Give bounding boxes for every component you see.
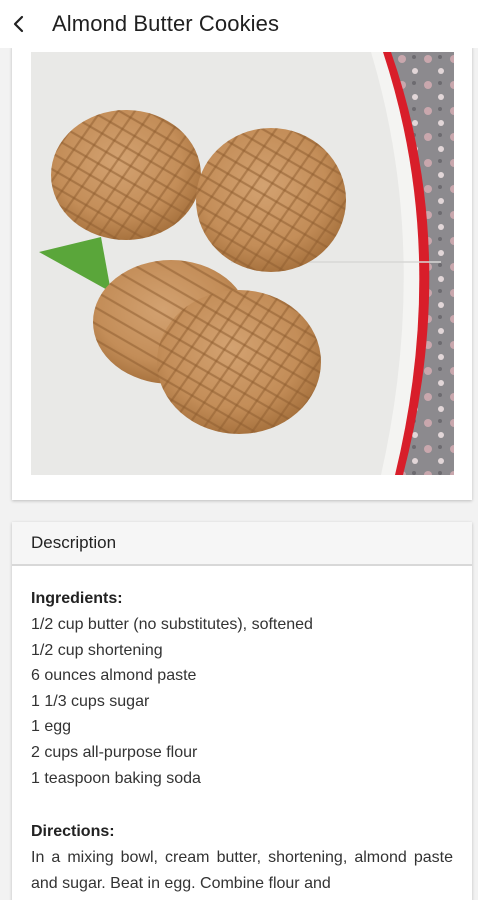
ingredient-item: 1 1/3 cups sugar xyxy=(31,692,150,710)
ingredient-item: 1/2 cup butter (no substitutes), softene… xyxy=(31,616,313,633)
chevron-left-icon xyxy=(13,15,24,33)
ingredient-item: 6 ounces almond paste xyxy=(31,667,197,685)
ingredients-label: Ingredients: xyxy=(31,590,123,607)
description-header: Description xyxy=(12,522,472,566)
ingredient-item: 1 egg xyxy=(31,718,72,736)
description-card: Description Ingredients: 1/2 cup butter … xyxy=(12,522,472,900)
app-bar: Almond Butter Cookies xyxy=(0,0,478,48)
ingredient-item: 1 teaspoon baking soda xyxy=(31,769,201,787)
page-title: Almond Butter Cookies xyxy=(52,11,280,36)
recipe-screen: Almond Butter Cookies Description Ingred… xyxy=(0,0,478,900)
ingredient-item: 2 cups all-purpose flour xyxy=(31,743,198,761)
directions-text: In a mixing bowl, cream butter, shorteni… xyxy=(31,849,453,892)
ingredients-list: 1/2 cup butter (no substitutes), softene… xyxy=(31,612,453,791)
back-button[interactable] xyxy=(2,0,36,48)
recipe-image-card xyxy=(12,46,472,500)
description-body: Ingredients: 1/2 cup butter (no substitu… xyxy=(12,566,472,896)
directions-label: Directions: xyxy=(31,823,115,841)
recipe-photo[interactable] xyxy=(31,52,454,475)
ingredient-item: 1/2 cup shortening xyxy=(31,641,163,659)
